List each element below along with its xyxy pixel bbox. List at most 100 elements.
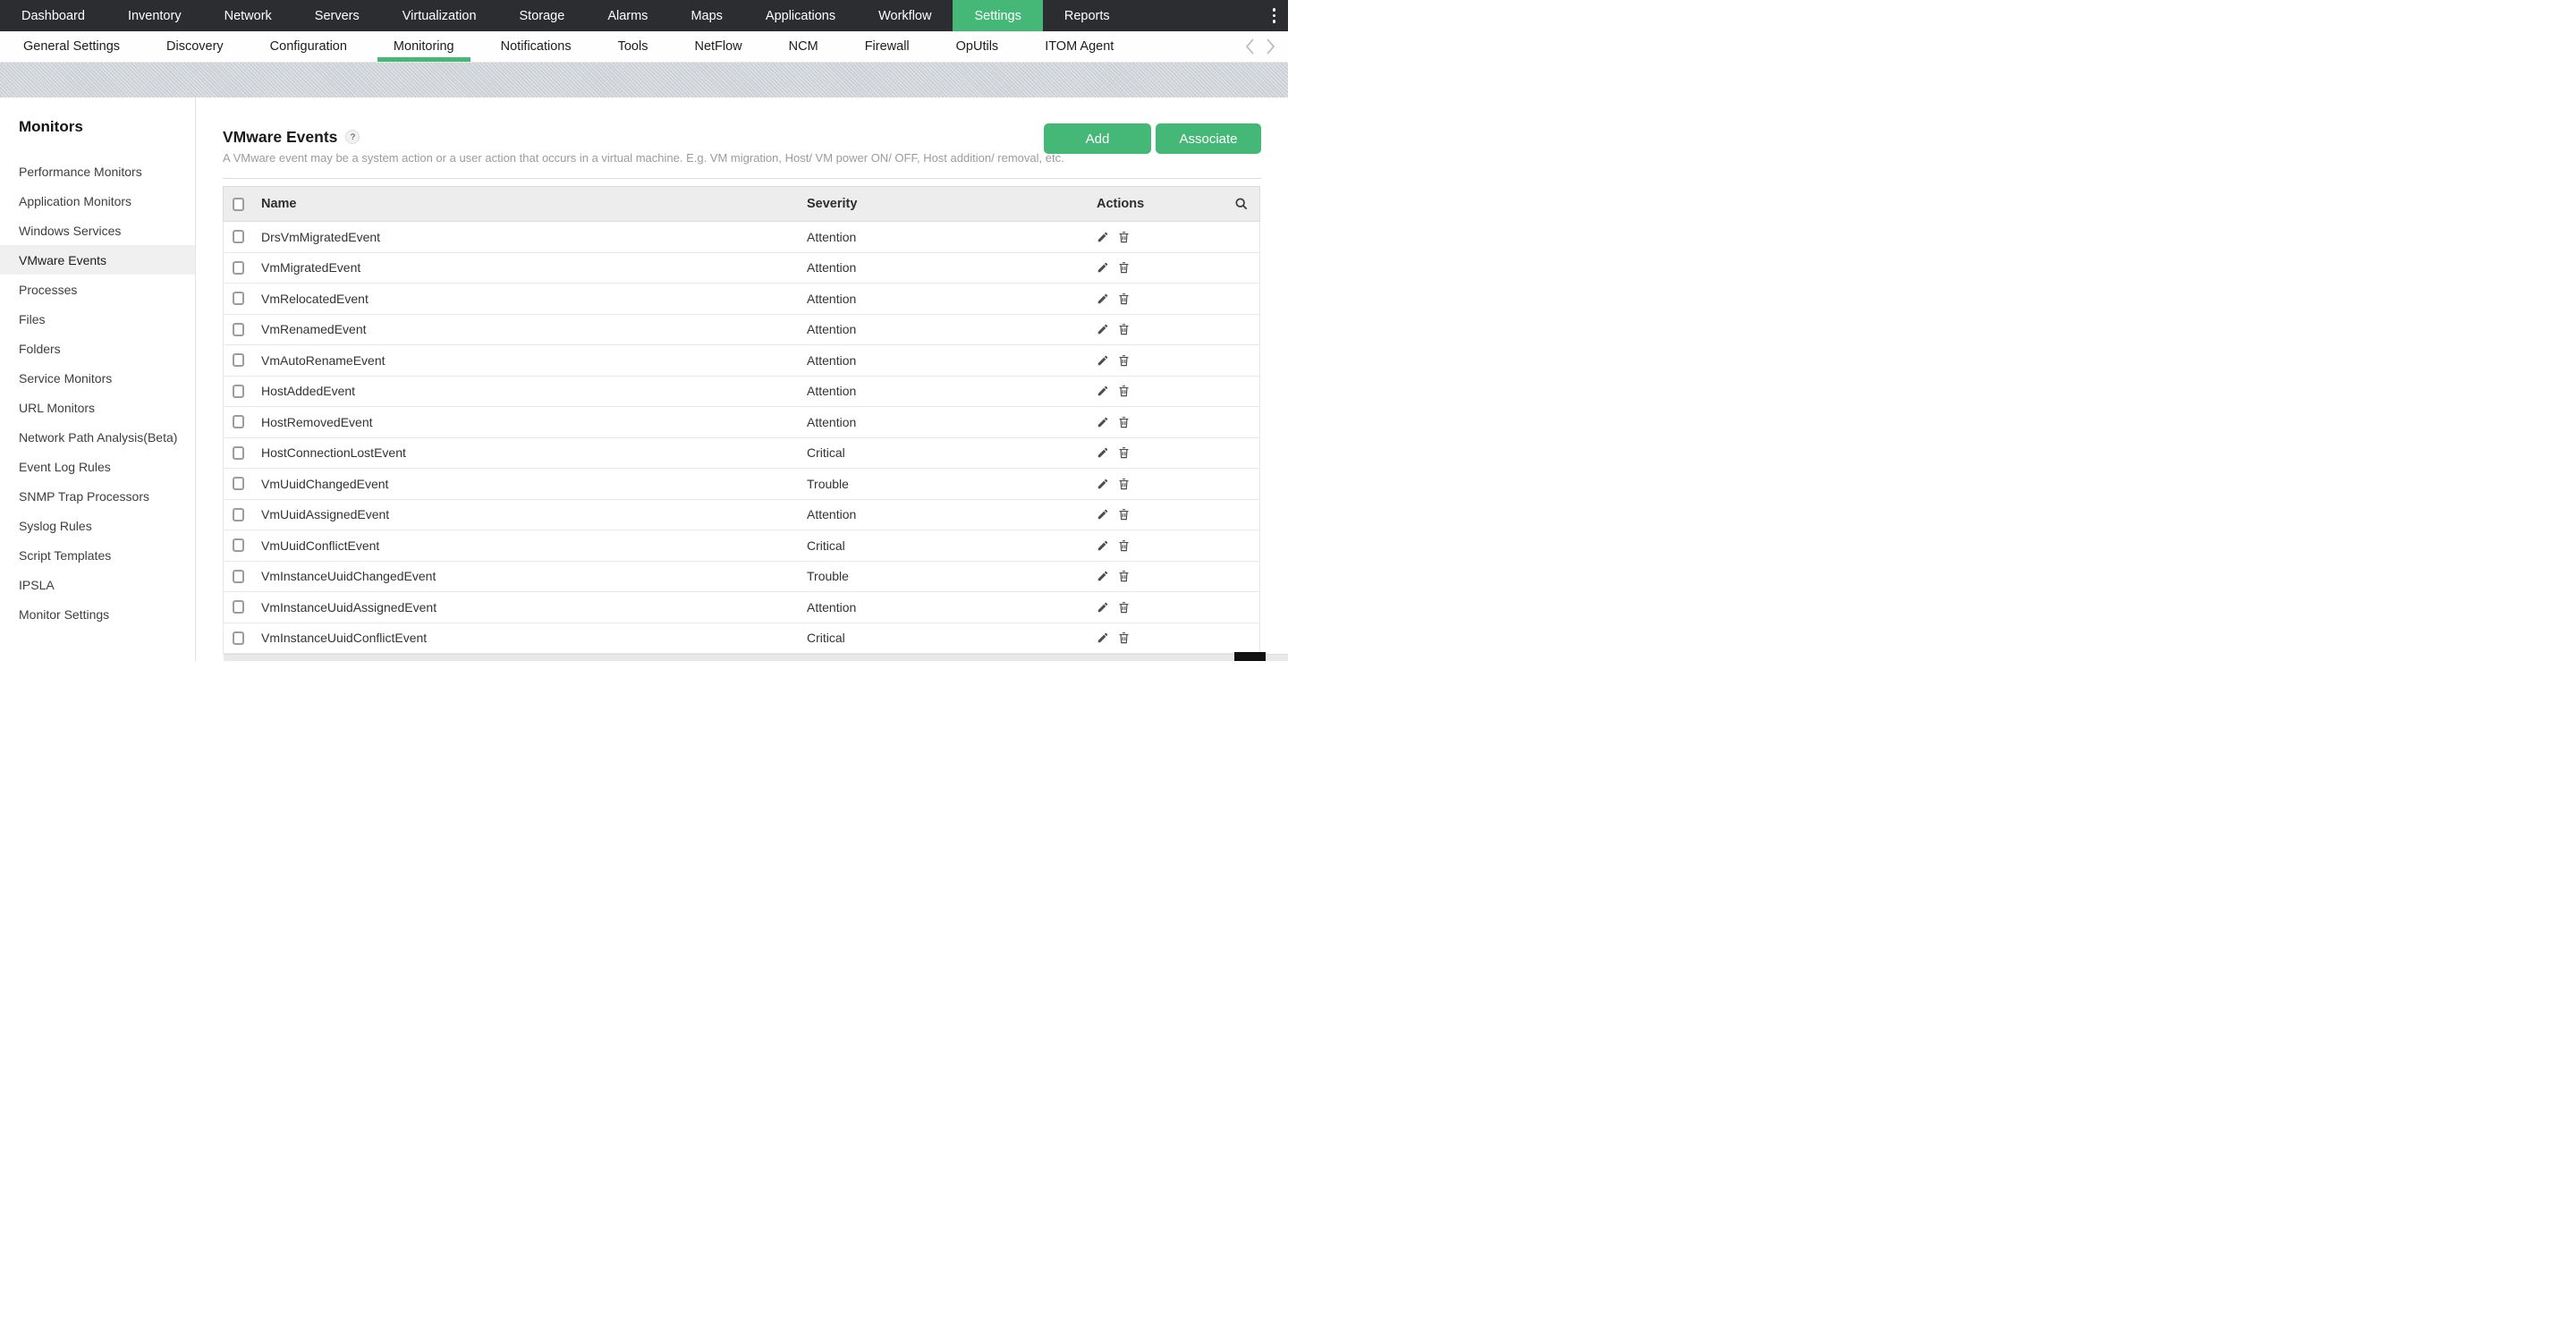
sub-nav-item-firewall[interactable]: Firewall bbox=[842, 31, 933, 62]
delete-icon[interactable] bbox=[1117, 631, 1131, 645]
sub-nav-item-monitoring[interactable]: Monitoring bbox=[370, 31, 478, 62]
sub-nav-item-notifications[interactable]: Notifications bbox=[478, 31, 595, 62]
sidebar-item-vmware-events[interactable]: VMware Events bbox=[0, 245, 195, 275]
row-checkbox[interactable] bbox=[233, 261, 244, 275]
edit-icon[interactable] bbox=[1097, 292, 1109, 305]
associate-button[interactable]: Associate bbox=[1156, 123, 1261, 154]
sub-nav-item-netflow[interactable]: NetFlow bbox=[671, 31, 765, 62]
sidebar-item-ipsla[interactable]: IPSLA bbox=[0, 570, 195, 599]
top-nav-item-applications[interactable]: Applications bbox=[744, 0, 857, 31]
sidebar-item-service-monitors[interactable]: Service Monitors bbox=[0, 363, 195, 393]
table-row: DrsVmMigratedEvent Attention bbox=[224, 222, 1259, 253]
sidebar-item-snmp-trap-processors[interactable]: SNMP Trap Processors bbox=[0, 481, 195, 511]
add-button[interactable]: Add bbox=[1044, 123, 1151, 154]
delete-icon[interactable] bbox=[1117, 353, 1131, 368]
chevron-right-icon[interactable] bbox=[1266, 38, 1275, 55]
overflow-menu-icon[interactable] bbox=[1260, 0, 1289, 31]
delete-icon[interactable] bbox=[1117, 260, 1131, 275]
delete-icon[interactable] bbox=[1117, 415, 1131, 429]
sidebar-item-url-monitors[interactable]: URL Monitors bbox=[0, 393, 195, 422]
edit-icon[interactable] bbox=[1097, 478, 1109, 490]
edit-icon[interactable] bbox=[1097, 446, 1109, 459]
row-checkbox[interactable] bbox=[233, 292, 244, 305]
row-checkbox[interactable] bbox=[233, 415, 244, 428]
help-icon[interactable]: ? bbox=[345, 130, 360, 144]
top-nav-item-dashboard[interactable]: Dashboard bbox=[0, 0, 106, 31]
sidebar-item-syslog-rules[interactable]: Syslog Rules bbox=[0, 511, 195, 540]
bottom-scroll-strip[interactable] bbox=[224, 654, 1288, 661]
sidebar-item-performance-monitors[interactable]: Performance Monitors bbox=[0, 157, 195, 186]
delete-icon[interactable] bbox=[1117, 507, 1131, 521]
edit-icon[interactable] bbox=[1097, 323, 1109, 335]
severity-cell: Attention bbox=[807, 384, 1088, 398]
top-nav-item-storage[interactable]: Storage bbox=[498, 0, 587, 31]
top-nav-item-network[interactable]: Network bbox=[203, 0, 293, 31]
sidebar-item-files[interactable]: Files bbox=[0, 304, 195, 334]
edit-icon[interactable] bbox=[1097, 416, 1109, 428]
sub-nav-item-itom-agent[interactable]: ITOM Agent bbox=[1021, 31, 1137, 62]
sidebar-item-script-templates[interactable]: Script Templates bbox=[0, 540, 195, 570]
row-checkbox[interactable] bbox=[233, 323, 244, 336]
delete-icon[interactable] bbox=[1117, 230, 1131, 244]
top-nav-item-workflow[interactable]: Workflow bbox=[857, 0, 953, 31]
row-checkbox[interactable] bbox=[233, 446, 244, 460]
row-checkbox[interactable] bbox=[233, 385, 244, 398]
sidebar-item-network-path-analysis-beta[interactable]: Network Path Analysis(Beta) bbox=[0, 422, 195, 452]
delete-icon[interactable] bbox=[1117, 292, 1131, 306]
event-name-cell: VmInstanceUuidChangedEvent bbox=[261, 569, 807, 583]
row-checkbox[interactable] bbox=[233, 230, 244, 243]
row-checkbox[interactable] bbox=[233, 631, 244, 645]
select-all-checkbox[interactable] bbox=[233, 198, 244, 211]
edit-icon[interactable] bbox=[1097, 385, 1109, 397]
edit-icon[interactable] bbox=[1097, 508, 1109, 521]
sidebar-item-event-log-rules[interactable]: Event Log Rules bbox=[0, 452, 195, 481]
sub-nav-item-discovery[interactable]: Discovery bbox=[143, 31, 247, 62]
table-row: HostRemovedEvent Attention bbox=[224, 407, 1259, 438]
top-nav-item-servers[interactable]: Servers bbox=[293, 0, 381, 31]
table-row: VmUuidChangedEvent Trouble bbox=[224, 469, 1259, 500]
delete-icon[interactable] bbox=[1117, 445, 1131, 460]
sidebar-item-folders[interactable]: Folders bbox=[0, 334, 195, 363]
edit-icon[interactable] bbox=[1097, 231, 1109, 243]
column-header-severity: Severity bbox=[807, 197, 1088, 211]
row-checkbox[interactable] bbox=[233, 353, 244, 367]
search-icon[interactable] bbox=[1234, 197, 1249, 211]
sub-nav-item-ncm[interactable]: NCM bbox=[766, 31, 842, 62]
delete-icon[interactable] bbox=[1117, 538, 1131, 553]
sidebar-item-application-monitors[interactable]: Application Monitors bbox=[0, 186, 195, 216]
sidebar-item-processes[interactable]: Processes bbox=[0, 275, 195, 304]
edit-icon[interactable] bbox=[1097, 354, 1109, 367]
sidebar-item-monitor-settings[interactable]: Monitor Settings bbox=[0, 599, 195, 629]
severity-cell: Attention bbox=[807, 322, 1088, 336]
row-checkbox[interactable] bbox=[233, 600, 244, 614]
delete-icon[interactable] bbox=[1117, 569, 1131, 583]
top-nav-item-reports[interactable]: Reports bbox=[1043, 0, 1131, 31]
top-nav-item-alarms[interactable]: Alarms bbox=[586, 0, 669, 31]
sub-nav-item-general-settings[interactable]: General Settings bbox=[0, 31, 143, 62]
edit-icon[interactable] bbox=[1097, 601, 1109, 614]
row-checkbox[interactable] bbox=[233, 477, 244, 490]
sub-nav-item-tools[interactable]: Tools bbox=[595, 31, 672, 62]
delete-icon[interactable] bbox=[1117, 384, 1131, 398]
top-nav-item-inventory[interactable]: Inventory bbox=[106, 0, 203, 31]
row-checkbox[interactable] bbox=[233, 538, 244, 552]
edit-icon[interactable] bbox=[1097, 570, 1109, 582]
edit-icon[interactable] bbox=[1097, 261, 1109, 274]
delete-icon[interactable] bbox=[1117, 600, 1131, 614]
sub-nav-item-configuration[interactable]: Configuration bbox=[247, 31, 370, 62]
edit-icon[interactable] bbox=[1097, 631, 1109, 644]
edit-icon[interactable] bbox=[1097, 539, 1109, 552]
table-row: VmUuidConflictEvent Critical bbox=[224, 530, 1259, 562]
event-name-cell: VmUuidAssignedEvent bbox=[261, 507, 807, 521]
top-nav-item-maps[interactable]: Maps bbox=[669, 0, 743, 31]
row-checkbox[interactable] bbox=[233, 508, 244, 521]
sidebar-item-windows-services[interactable]: Windows Services bbox=[0, 216, 195, 245]
sub-nav-item-oputils[interactable]: OpUtils bbox=[933, 31, 1022, 62]
settings-sub-navigation: General SettingsDiscoveryConfigurationMo… bbox=[0, 31, 1288, 63]
chevron-left-icon[interactable] bbox=[1245, 38, 1255, 55]
top-nav-item-settings[interactable]: Settings bbox=[953, 0, 1042, 31]
delete-icon[interactable] bbox=[1117, 322, 1131, 336]
row-checkbox[interactable] bbox=[233, 570, 244, 583]
top-nav-item-virtualization[interactable]: Virtualization bbox=[381, 0, 498, 31]
delete-icon[interactable] bbox=[1117, 477, 1131, 491]
